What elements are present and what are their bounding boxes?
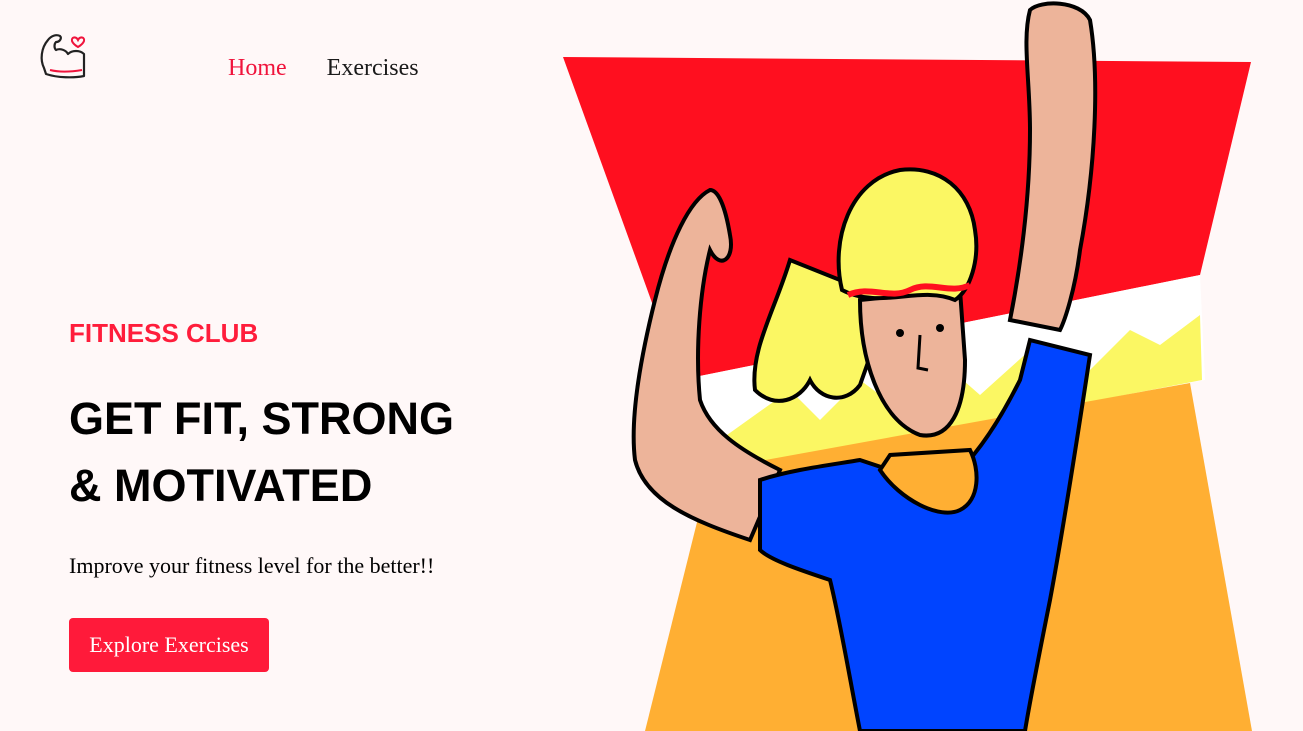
hero-headline-line1: GET FIT, STRONG: [69, 393, 455, 444]
hero-headline-line2: & MOTIVATED: [69, 460, 373, 511]
hero-headline: GET FIT, STRONG & MOTIVATED: [69, 385, 549, 519]
hero-subtitle: Improve your fitness level for the bette…: [69, 553, 435, 578]
woman-flexing-illustration: [563, 1, 1252, 731]
hero-eyebrow: FITNESS CLUB: [69, 318, 259, 348]
hero-section: FITNESS CLUB GET FIT, STRONG & MOTIVATED…: [69, 316, 549, 581]
nav-link-home[interactable]: Home: [228, 52, 287, 84]
explore-exercises-button[interactable]: Explore Exercises: [69, 618, 269, 672]
nav-link-exercises[interactable]: Exercises: [327, 52, 419, 84]
main-nav: Home Exercises: [228, 52, 419, 84]
flexed-bicep-heart-icon[interactable]: [38, 28, 88, 80]
